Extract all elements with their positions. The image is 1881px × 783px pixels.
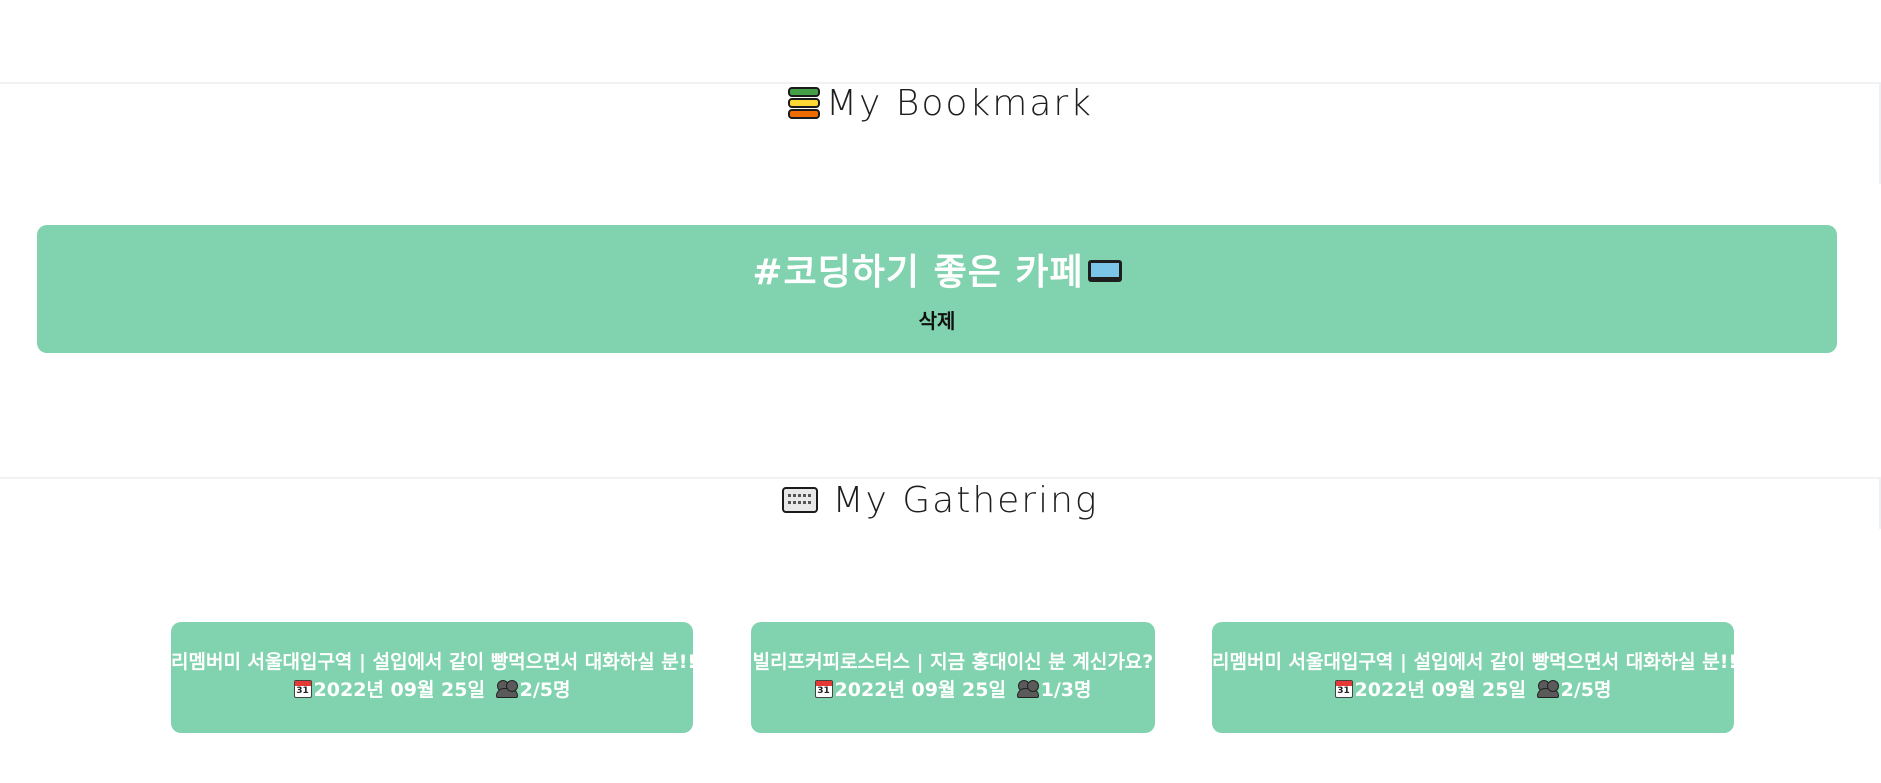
- gathering-card[interactable]: 빌리프커피로스터스 | 지금 홍대이신 분 계신가요? 2022년 09월 25…: [751, 622, 1155, 733]
- people-icon: [495, 679, 518, 698]
- gathering-card-members: 1/3명: [1040, 679, 1092, 701]
- gathering-card-meta: 2022년 09월 25일 2/5명: [171, 676, 693, 704]
- people-icon: [1536, 679, 1559, 698]
- gathering-card-title: 리멤버미 서울대입구역 | 설입에서 같이 빵먹으면서 대화하실 분!!: [1212, 651, 1734, 673]
- calendar-icon: [814, 679, 833, 698]
- bookmark-section-title: My Bookmark: [0, 82, 1881, 124]
- gathering-section-title: My Gathering: [0, 479, 1881, 521]
- laptop-icon: [1087, 260, 1122, 282]
- bookmark-card[interactable]: #코딩하기 좋은 카페 삭제: [37, 225, 1837, 353]
- gathering-card-members: 2/5명: [519, 679, 571, 701]
- gathering-title-text: My Gathering: [832, 479, 1099, 521]
- keyboard-icon: [782, 487, 819, 513]
- bookmark-tag: #코딩하기 좋은 카페: [37, 251, 1837, 295]
- bookmark-tag-text: #코딩하기 좋은 카페: [752, 252, 1084, 293]
- gathering-card[interactable]: 리멤버미 서울대입구역 | 설입에서 같이 빵먹으면서 대화하실 분!! 202…: [1212, 622, 1734, 733]
- gathering-card[interactable]: 리멤버미 서울대입구역 | 설입에서 같이 빵먹으면서 대화하실 분!! 202…: [171, 622, 693, 733]
- gathering-card-meta: 2022년 09월 25일 1/3명: [751, 676, 1155, 704]
- calendar-icon: [293, 679, 312, 698]
- gathering-card-meta: 2022년 09월 25일 2/5명: [1212, 676, 1734, 704]
- gathering-card-date: 2022년 09월 25일: [834, 679, 1006, 701]
- books-icon: [787, 86, 822, 120]
- page: My Bookmark #코딩하기 좋은 카페 삭제 My Gathering …: [0, 0, 1881, 783]
- calendar-icon: [1334, 679, 1353, 698]
- people-icon: [1016, 679, 1039, 698]
- gathering-card-date: 2022년 09월 25일: [313, 679, 485, 701]
- gathering-card-date: 2022년 09월 25일: [1354, 679, 1526, 701]
- gathering-card-members: 2/5명: [1560, 679, 1612, 701]
- bookmark-title-text: My Bookmark: [825, 82, 1094, 124]
- gathering-card-title: 빌리프커피로스터스 | 지금 홍대이신 분 계신가요?: [752, 651, 1154, 673]
- gathering-card-title: 리멤버미 서울대입구역 | 설입에서 같이 빵먹으면서 대화하실 분!!: [171, 651, 693, 673]
- delete-bookmark-button[interactable]: 삭제: [919, 305, 956, 334]
